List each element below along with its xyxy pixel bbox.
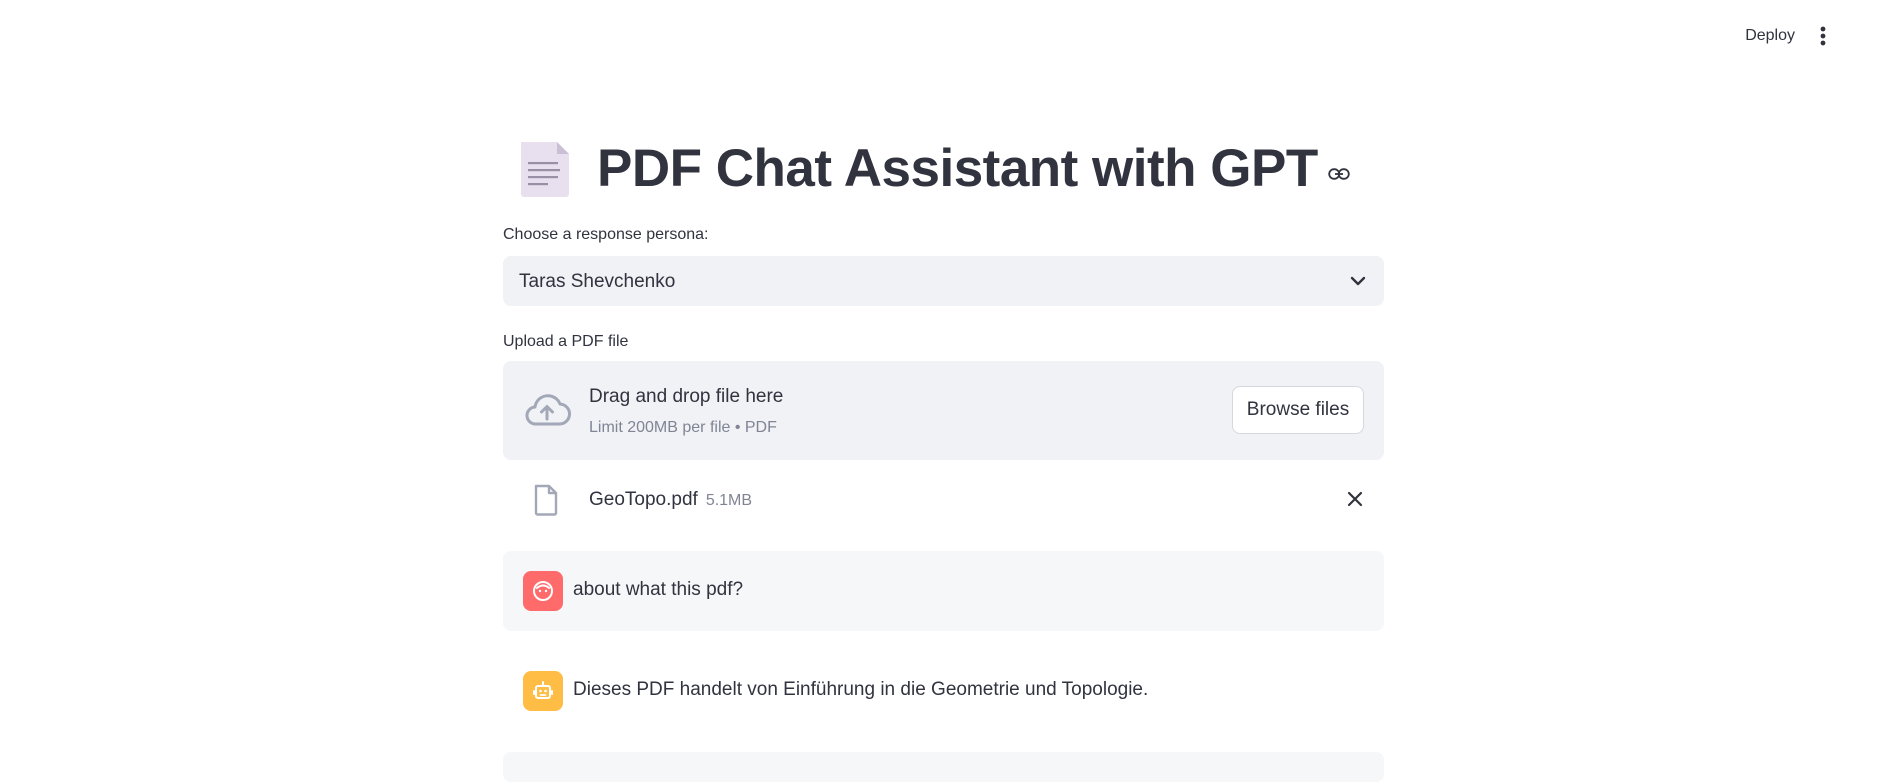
persona-select[interactable]: Taras Shevchenko — [503, 256, 1384, 306]
link-icon[interactable] — [1328, 167, 1350, 181]
chat-message-partial — [503, 752, 1384, 782]
vertical-ellipsis-icon — [1820, 26, 1826, 46]
smiley-face-icon — [533, 581, 553, 601]
uploaded-file-row: GeoTopo.pdf 5.1MB — [503, 480, 1384, 520]
title-row: PDF Chat Assistant with GPT — [503, 138, 1350, 199]
assistant-avatar — [523, 671, 563, 711]
dropzone-title: Drag and drop file here — [589, 386, 784, 407]
uploaded-file-name: GeoTopo.pdf 5.1MB — [589, 489, 752, 511]
message-text: about what this pdf? — [573, 579, 744, 600]
dropzone-limit: Limit 200MB per file • PDF — [589, 419, 777, 436]
page-title: PDF Chat Assistant with GPT — [597, 139, 1318, 198]
uploader-label: Upload a PDF file — [503, 333, 629, 350]
browse-files-button[interactable]: Browse files — [1232, 386, 1364, 434]
file-icon — [534, 484, 558, 516]
chat-message-assistant: Dieses PDF handelt von Einführung in die… — [503, 652, 1384, 730]
main-menu-button[interactable] — [1811, 24, 1835, 48]
message-text: Dieses PDF handelt von Einführung in die… — [573, 679, 1149, 700]
chat-message-user: about what this pdf? — [503, 551, 1384, 631]
cloud-upload-icon — [525, 394, 571, 426]
file-dropzone[interactable]: Drag and drop file here Limit 200MB per … — [503, 361, 1384, 460]
persona-selected-value: Taras Shevchenko — [519, 271, 676, 292]
deploy-button[interactable]: Deploy — [1735, 22, 1805, 50]
persona-label: Choose a response persona: — [503, 226, 709, 243]
user-avatar — [523, 571, 563, 611]
page-facing-up-emoji — [521, 141, 569, 197]
chevron-down-icon — [1350, 276, 1366, 286]
close-icon[interactable] — [1346, 490, 1364, 508]
file-name-text: GeoTopo.pdf — [589, 489, 698, 510]
file-size: 5.1MB — [705, 492, 753, 509]
robot-icon — [533, 681, 553, 699]
top-header: Deploy — [0, 0, 1893, 70]
